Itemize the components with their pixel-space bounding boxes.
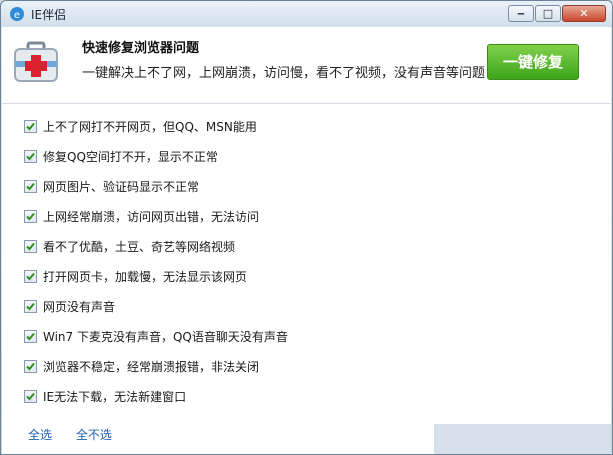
minimize-icon: ‒	[517, 7, 525, 20]
checkbox[interactable]	[24, 209, 37, 223]
minimize-button[interactable]: ‒	[508, 5, 534, 22]
option-label: 网页图片、验证码显示不正常	[43, 179, 200, 194]
check-icon	[26, 152, 35, 160]
option-item[interactable]: 浏览器不稳定，经常崩溃报错，非法关闭	[24, 356, 259, 376]
check-icon	[26, 302, 35, 310]
checkbox[interactable]	[24, 359, 37, 373]
checkbox[interactable]	[24, 239, 37, 253]
checkbox[interactable]	[24, 329, 37, 343]
option-item[interactable]: 打开网页卡，加载慢，无法显示该网页	[24, 266, 247, 286]
select-all-link[interactable]: 全选	[28, 428, 52, 442]
option-label: Win7 下麦克没有声音，QQ语音聊天没有声音	[43, 329, 288, 344]
option-item[interactable]: 上不了网打不开网页，但QQ、MSN能用	[24, 116, 257, 136]
option-label: 网页没有声音	[43, 299, 116, 314]
option-label: 浏览器不稳定，经常崩溃报错，非法关闭	[43, 359, 260, 374]
checkbox[interactable]	[24, 389, 37, 403]
one-click-fix-button[interactable]: 一键修复	[487, 44, 579, 80]
select-none-link[interactable]: 全不选	[76, 428, 112, 442]
option-item[interactable]: Win7 下麦克没有声音，QQ语音聊天没有声音	[24, 326, 288, 346]
maximize-button[interactable]: □	[535, 5, 561, 22]
checkbox[interactable]	[24, 149, 37, 163]
option-label: 打开网页卡，加载慢，无法显示该网页	[43, 269, 248, 284]
option-label: 看不了优酷，土豆、奇艺等网络视频	[43, 239, 236, 254]
option-label: 上网经常崩溃，访问网页出错，无法访问	[43, 209, 260, 224]
app-window: e IE伴侣 ‒ □ ✕ 快速修复浏览器问题 一键解决上不了网，上网崩溃，访问慢…	[0, 0, 613, 455]
header-panel: 快速修复浏览器问题 一键解决上不了网，上网崩溃，访问慢，看不了视频，没有声音等问…	[2, 27, 611, 104]
header-subtitle: 一键解决上不了网，上网崩溃，访问慢，看不了视频，没有声音等问题	[82, 66, 486, 81]
window-controls: ‒ □ ✕	[507, 5, 606, 22]
check-icon	[26, 362, 35, 370]
window-title: IE伴侣	[31, 8, 67, 22]
first-aid-kit-icon	[14, 41, 58, 82]
status-strip	[434, 424, 611, 454]
check-icon	[26, 212, 35, 220]
option-item[interactable]: 上网经常崩溃，访问网页出错，无法访问	[24, 206, 259, 226]
svg-text:e: e	[14, 10, 20, 21]
ie-icon: e	[10, 7, 24, 21]
option-item[interactable]: 网页没有声音	[24, 296, 115, 316]
checkbox[interactable]	[24, 269, 37, 283]
checkbox[interactable]	[24, 299, 37, 313]
check-icon	[26, 272, 35, 280]
selection-links: 全选 全不选	[28, 426, 132, 443]
checkbox[interactable]	[24, 179, 37, 193]
check-icon	[26, 182, 35, 190]
option-item[interactable]: IE无法下载，无法新建窗口	[24, 386, 186, 406]
check-icon	[26, 122, 35, 130]
close-icon: ✕	[579, 7, 589, 20]
check-icon	[26, 392, 35, 400]
check-icon	[26, 332, 35, 340]
close-button[interactable]: ✕	[562, 5, 606, 22]
options-list: 上不了网打不开网页，但QQ、MSN能用 修复QQ空间打不开，显示不正常 网页图片…	[2, 104, 611, 454]
option-label: 上不了网打不开网页，但QQ、MSN能用	[43, 119, 257, 134]
option-label: 修复QQ空间打不开，显示不正常	[43, 149, 218, 164]
option-item[interactable]: 看不了优酷，土豆、奇艺等网络视频	[24, 236, 235, 256]
checkbox[interactable]	[24, 119, 37, 133]
title-bar[interactable]: e IE伴侣 ‒ □ ✕	[1, 1, 612, 27]
maximize-icon: □	[542, 7, 554, 20]
option-item[interactable]: 网页图片、验证码显示不正常	[24, 176, 199, 196]
check-icon	[26, 242, 35, 250]
option-label: IE无法下载，无法新建窗口	[43, 389, 187, 404]
option-item[interactable]: 修复QQ空间打不开，显示不正常	[24, 146, 218, 166]
header-title: 快速修复浏览器问题	[82, 41, 200, 56]
